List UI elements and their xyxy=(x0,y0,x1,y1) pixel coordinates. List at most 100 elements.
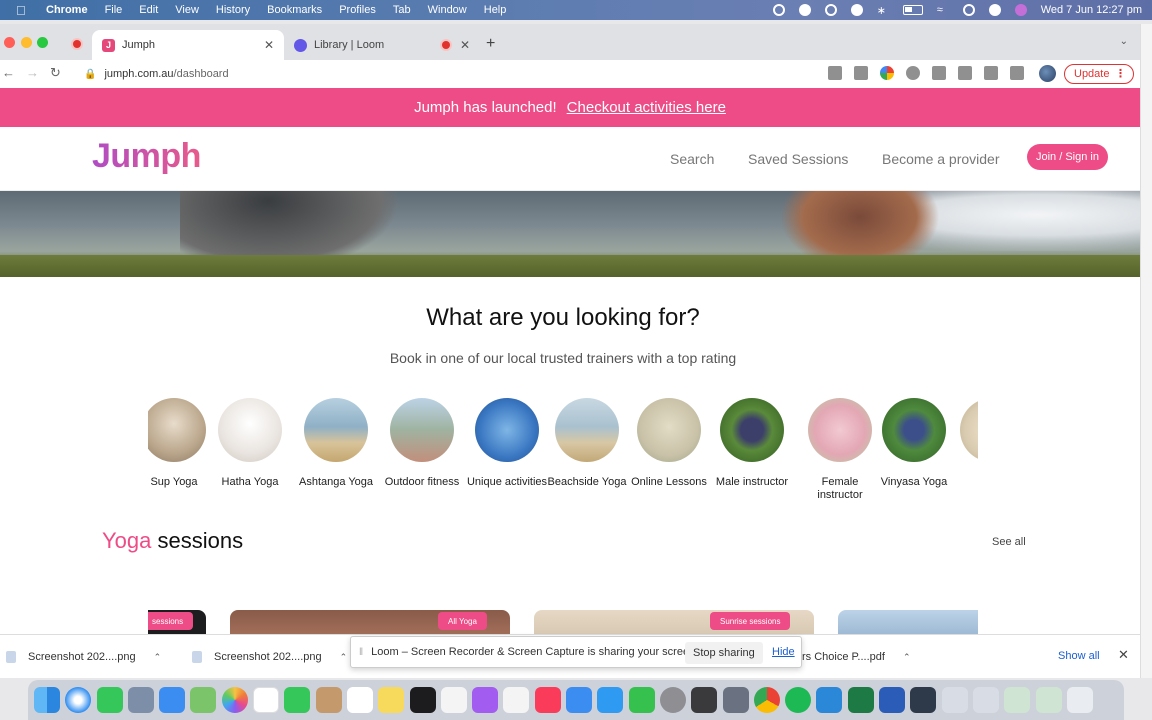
download-extension-icon[interactable] xyxy=(906,66,920,80)
menu-window[interactable]: Window xyxy=(428,4,467,16)
loom-app-icon[interactable] xyxy=(910,687,937,713)
finder-icon[interactable] xyxy=(34,687,60,713)
chevron-up-icon[interactable]: ⌃ xyxy=(154,652,162,663)
vscode-icon[interactable] xyxy=(816,687,843,713)
spotlight-search-icon[interactable] xyxy=(962,4,975,16)
menu-app-chrome[interactable]: Chrome xyxy=(46,4,88,16)
zoom-window-button[interactable] xyxy=(37,37,48,48)
category-item[interactable]: Online Lessons xyxy=(627,398,711,489)
trash-icon[interactable] xyxy=(1066,687,1093,713)
kebab-menu-icon[interactable]: ⋮ xyxy=(1115,67,1126,80)
tab-jumph[interactable]: J Jumph ✕ xyxy=(92,30,284,60)
profile-avatar[interactable] xyxy=(1039,65,1056,82)
safari-icon[interactable] xyxy=(65,687,92,713)
calendar-icon[interactable] xyxy=(253,687,280,713)
notes-icon[interactable] xyxy=(378,687,405,713)
category-item[interactable]: Hatha Yoga xyxy=(208,398,292,489)
music-icon[interactable] xyxy=(534,687,561,713)
close-downloads-icon[interactable]: ✕ xyxy=(1118,647,1129,663)
news-icon[interactable] xyxy=(503,687,530,713)
session-card[interactable]: sessions xyxy=(148,610,206,634)
menu-help[interactable]: Help xyxy=(484,4,507,16)
contacts-icon[interactable] xyxy=(315,687,342,713)
window-thumbnail-icon[interactable] xyxy=(941,687,968,713)
tab-search-chevron-icon[interactable]: ⌄ xyxy=(1120,36,1128,47)
side-panel-icon[interactable] xyxy=(1010,66,1024,80)
bookmark-star-icon[interactable] xyxy=(958,66,972,80)
window-thumbnail-icon[interactable] xyxy=(1004,687,1031,713)
system-settings-icon[interactable] xyxy=(659,687,686,713)
screen-capture-icon[interactable] xyxy=(722,687,749,713)
tab-loom[interactable]: Library | Loom ✕ xyxy=(290,30,480,60)
bluetooth-icon[interactable]: ∗ xyxy=(877,4,889,17)
moon-icon[interactable] xyxy=(850,4,863,16)
page-scrollbar[interactable] xyxy=(1140,24,1152,678)
minimize-window-button[interactable] xyxy=(21,37,32,48)
photos-icon[interactable] xyxy=(221,687,248,713)
menu-file[interactable]: File xyxy=(105,4,123,16)
category-item[interactable]: Unique activities xyxy=(465,398,549,489)
spotify-icon[interactable] xyxy=(785,687,812,713)
category-item[interactable]: S xyxy=(950,398,978,489)
word-icon[interactable] xyxy=(879,687,906,713)
menu-bookmarks[interactable]: Bookmarks xyxy=(267,4,322,16)
join-sign-in-button[interactable]: Join / Sign in xyxy=(1027,144,1108,170)
session-card[interactable]: Sunrise sessions xyxy=(534,610,814,634)
category-item[interactable]: Outdoor fitness xyxy=(380,398,464,489)
battery-icon[interactable] xyxy=(902,5,923,15)
podcasts-icon[interactable] xyxy=(472,687,499,713)
puzzle-extensions-icon[interactable] xyxy=(984,66,998,80)
menu-view[interactable]: View xyxy=(175,4,199,16)
apple-icon[interactable]:  xyxy=(16,3,32,18)
category-item[interactable]: Beachside Yoga xyxy=(545,398,629,489)
category-item[interactable]: Vinyasa Yoga xyxy=(872,398,956,489)
numbers-icon[interactable] xyxy=(628,687,655,713)
new-tab-button[interactable]: + xyxy=(486,35,495,53)
session-card[interactable]: All Yoga xyxy=(230,610,510,634)
window-thumbnail-icon[interactable] xyxy=(972,687,999,713)
google-extension-icon[interactable] xyxy=(880,66,894,80)
download-item[interactable]: Screenshot 202....png ⌃ xyxy=(6,651,161,663)
forward-arrow-icon[interactable]: → xyxy=(26,65,39,80)
control-center-icon[interactable] xyxy=(988,4,1001,16)
category-item[interactable]: Male instructor xyxy=(710,398,794,489)
video-camera-icon[interactable] xyxy=(854,66,868,80)
show-all-downloads-link[interactable]: Show all xyxy=(1058,650,1100,662)
cast-icon[interactable] xyxy=(828,66,842,80)
close-window-button[interactable] xyxy=(4,37,15,48)
download-item[interactable]: Screenshot 202....png ⌃ xyxy=(192,651,347,663)
facetime-icon[interactable] xyxy=(284,687,311,713)
siri-icon[interactable] xyxy=(1014,4,1027,16)
menu-edit[interactable]: Edit xyxy=(139,4,158,16)
record-status-icon[interactable] xyxy=(824,4,837,16)
hide-link[interactable]: Hide xyxy=(772,646,795,658)
mail-icon[interactable] xyxy=(159,687,186,713)
keynote-icon[interactable] xyxy=(566,687,593,713)
google-status-icon[interactable] xyxy=(798,4,811,16)
jumph-logo[interactable]: Jumph xyxy=(92,137,201,176)
close-tab-icon[interactable]: ✕ xyxy=(460,38,470,52)
wifi-icon[interactable]: ≈ xyxy=(937,4,949,16)
loom-status-icon[interactable] xyxy=(772,4,785,16)
lock-icon[interactable]: 🔒 xyxy=(84,69,96,80)
banner-link[interactable]: Checkout activities here xyxy=(567,99,726,116)
reload-icon[interactable]: ↻ xyxy=(50,65,61,81)
nav-become-provider[interactable]: Become a provider xyxy=(882,151,1000,167)
close-tab-icon[interactable]: ✕ xyxy=(264,38,274,52)
category-item[interactable]: Ashtanga Yoga xyxy=(294,398,378,489)
excel-icon[interactable] xyxy=(847,687,874,713)
menu-clock[interactable]: Wed 7 Jun 12:27 pm xyxy=(1041,4,1142,16)
stop-sharing-button[interactable]: Stop sharing xyxy=(685,642,763,664)
chrome-icon[interactable] xyxy=(753,687,780,713)
back-arrow-icon[interactable]: ← xyxy=(2,65,15,80)
nav-search[interactable]: Search xyxy=(670,151,714,167)
menu-profiles[interactable]: Profiles xyxy=(339,4,376,16)
freeform-icon[interactable] xyxy=(440,687,467,713)
category-item[interactable]: Sup Yoga xyxy=(148,398,216,489)
launchpad-icon[interactable] xyxy=(127,687,154,713)
apple-tv-icon[interactable] xyxy=(409,687,436,713)
menu-tab[interactable]: Tab xyxy=(393,4,411,16)
chevron-up-icon[interactable]: ⌃ xyxy=(903,652,911,663)
utility-icon[interactable] xyxy=(691,687,718,713)
window-thumbnail-icon[interactable] xyxy=(1035,687,1062,713)
